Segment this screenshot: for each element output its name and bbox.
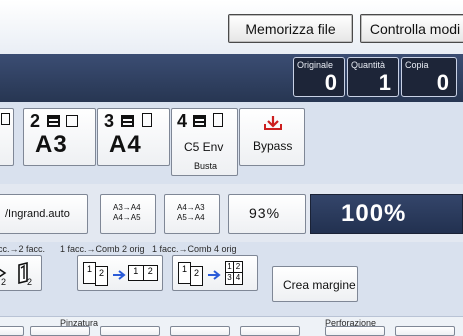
comb2-result-2: 2 — [147, 266, 153, 276]
comb4-page-2: 2 — [193, 268, 199, 278]
quantita-value: 1 — [378, 70, 391, 95]
zoom-100-label: 100% — [341, 200, 407, 227]
tray-4-button[interactable]: 4 C5 Env Busta — [171, 108, 238, 176]
duplex-2-sub-b: 2 — [27, 277, 33, 287]
tray-4-size: C5 Env — [184, 140, 224, 154]
zoom-100-button[interactable]: 100% — [310, 194, 463, 234]
bottom-tile-4[interactable] — [170, 326, 230, 336]
auto-enlarge-button[interactable]: /Ingrand.auto — [0, 194, 88, 234]
bypass-arrow-icon — [264, 116, 282, 130]
tray-3-paper-icon — [121, 115, 134, 127]
tray-4-orientation-icon — [213, 113, 223, 127]
bypass-button[interactable]: Bypass — [239, 108, 305, 166]
comb2-arrow-icon — [113, 270, 126, 280]
originale-label: Originale — [297, 60, 334, 70]
comb2-sheet2: 2 — [95, 266, 108, 286]
comb4-sheet2: 2 — [190, 266, 203, 286]
comb4-arrow-icon — [208, 270, 221, 280]
tray-4-note: Busta — [194, 161, 218, 171]
tray-2-size: A3 — [35, 131, 68, 158]
preset-a4-a3-button[interactable]: A4→A3 A5→A4 — [164, 194, 220, 234]
comb2-result: 1 2 — [128, 265, 158, 281]
memorizza-file-button[interactable]: Memorizza file — [228, 14, 353, 43]
tray-3-number: 3 — [104, 111, 115, 131]
comb4-button[interactable]: 1 2 1 2 3 4 — [172, 255, 258, 291]
quantita-label: Quantità — [351, 60, 386, 70]
tray-partial[interactable] — [0, 108, 14, 166]
comb2-button[interactable]: 1 2 1 2 — [77, 255, 163, 291]
comb4-result: 1 2 3 4 — [225, 261, 243, 285]
zoom-93-label: 93% — [249, 205, 281, 221]
duplex-2-button[interactable]: 2 2 — [0, 255, 42, 291]
preset2-line1: A4→A3 — [177, 203, 205, 212]
duplex-2-sub: 2 — [1, 277, 7, 287]
crea-margine-label: Crea margine — [283, 278, 356, 292]
comb2-page-2: 2 — [98, 268, 104, 278]
copia-value: 0 — [436, 70, 449, 95]
comb4-result-1: 1 — [226, 262, 234, 273]
tray-2-paper-icon — [47, 115, 60, 127]
duplex-label-1: cc.→2 facc. — [0, 244, 46, 254]
preset1-line1: A3→A4 — [113, 203, 141, 212]
preset-a3-a4-button[interactable]: A3→A4 A4→A5 — [100, 194, 156, 234]
duplex-label-3: 1 facc.→Comb 4 orig — [152, 244, 237, 254]
comb2-result-1: 1 — [129, 266, 144, 280]
comb4-result-4: 4 — [235, 273, 241, 282]
comb2-page-1: 1 — [86, 264, 92, 274]
copia-counter: Copia 0 — [401, 57, 457, 97]
tray-3-size: A4 — [109, 131, 142, 158]
originale-value: 0 — [324, 70, 337, 95]
controlla-modi-button[interactable]: Controlla modi — [360, 14, 463, 43]
bottom-divider — [0, 316, 463, 317]
tray-3-button[interactable]: 3 A4 — [97, 108, 170, 166]
crea-margine-button[interactable]: Crea margine — [272, 266, 358, 302]
copia-label: Copia — [405, 60, 429, 70]
tray-2-orientation-icon — [66, 115, 78, 127]
comb4-result-2: 2 — [234, 262, 242, 273]
zoom-93-button[interactable]: 93% — [228, 194, 306, 234]
bottom-tile-2[interactable] — [30, 326, 90, 336]
auto-enlarge-label: /Ingrand.auto — [5, 208, 70, 220]
bottom-tile-5[interactable] — [240, 326, 300, 336]
tray-2-button[interactable]: 2 A3 — [23, 108, 96, 166]
comb4-result-3: 3 — [226, 273, 234, 284]
tray-3-orientation-icon — [142, 113, 152, 127]
bottom-tile-6[interactable] — [325, 326, 385, 336]
duplex-arrow-icon — [0, 261, 28, 285]
tray-4-number: 4 — [177, 111, 188, 131]
tray-2-number: 2 — [30, 111, 41, 131]
bypass-label: Bypass — [253, 139, 293, 153]
preset2-line2: A5→A4 — [177, 213, 205, 222]
bottom-tile-1[interactable] — [0, 326, 24, 336]
originale-counter: Originale 0 — [293, 57, 345, 97]
comb4-page-1: 1 — [181, 264, 187, 274]
bottom-tile-7[interactable] — [395, 326, 455, 336]
preset1-line2: A4→A5 — [113, 213, 141, 222]
duplex-label-2: 1 facc.→Comb 2 orig — [60, 244, 145, 254]
quantita-counter: Quantità 1 — [347, 57, 399, 97]
bottom-tile-3[interactable] — [100, 326, 160, 336]
tray-4-paper-icon — [193, 115, 206, 127]
